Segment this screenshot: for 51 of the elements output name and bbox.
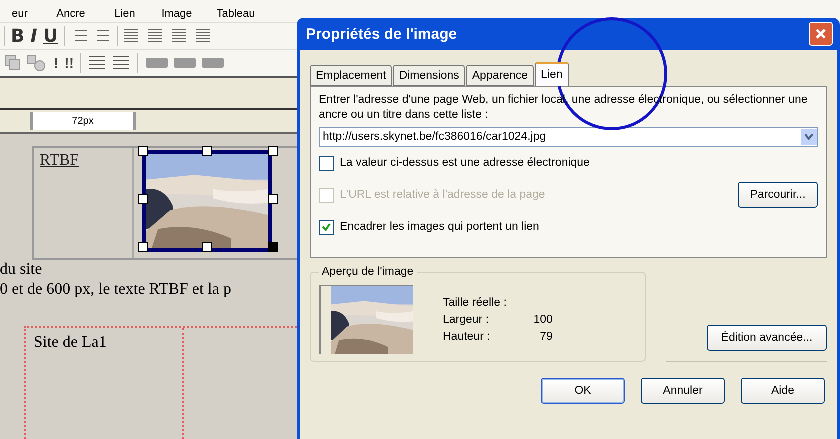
checkbox[interactable] (319, 156, 334, 170)
resize-handle[interactable] (268, 242, 278, 252)
checkbox-label: L'URL est relative à l'adresse de la page (340, 189, 546, 201)
format-button[interactable]: I (30, 26, 38, 46)
resize-handle[interactable] (268, 194, 278, 204)
format-button[interactable]: B (11, 26, 25, 46)
indent-icon[interactable] (87, 56, 131, 70)
body-text: 0 et de 600 px, le texte RTBF et la p (0, 280, 232, 300)
toolbar-button[interactable]: Tableau (206, 8, 266, 20)
tab[interactable]: Lien (535, 62, 569, 86)
resize-handle[interactable] (202, 242, 212, 252)
dialog-button[interactable]: Annuler (641, 378, 725, 404)
link[interactable]: RTBF (40, 152, 80, 169)
size-label: Taille réelle : (443, 296, 507, 308)
resize-handle[interactable] (202, 146, 212, 156)
checkbox-label: La valeur ci-dessus est une adresse électronique (340, 157, 590, 169)
resize-handle[interactable] (138, 242, 148, 252)
close-button[interactable] (809, 22, 833, 46)
dialog-button[interactable]: OK (541, 378, 625, 404)
chevron-down-icon[interactable] (805, 134, 813, 140)
toolbar-button[interactable]: eur (0, 8, 40, 20)
advanced-edit-button[interactable]: Édition avancée... (707, 325, 827, 351)
check-icon (322, 222, 331, 232)
checkbox[interactable] (319, 220, 334, 234)
resize-handle[interactable] (138, 146, 148, 156)
browse-button[interactable]: Parcourir... (738, 182, 818, 208)
dimension-value: 100 (532, 314, 553, 326)
dimension-label: Largeur : (443, 314, 490, 326)
layers-icon[interactable] (4, 54, 48, 72)
dialog-button[interactable]: Aide (741, 378, 825, 404)
resize-handle[interactable] (268, 146, 278, 156)
table-cell: Site de La1 (26, 328, 184, 439)
toolbar-button[interactable]: ! (54, 55, 59, 71)
dimension-value: 79 (539, 330, 553, 342)
toolbar-button[interactable]: Lien (102, 8, 148, 20)
group-label: Aperçu de l'image (321, 266, 415, 278)
close-icon (815, 28, 827, 40)
width-field[interactable]: 72px (30, 112, 136, 130)
toolbar-button[interactable]: !! (64, 55, 74, 71)
window-title: Propriétés de l'image (306, 26, 458, 42)
checkbox-label: Encadrer les images qui portent un lien (340, 221, 540, 233)
dimension-label: Hauteur : (443, 330, 492, 342)
toolbar-button[interactable]: Image (148, 8, 206, 20)
body-text: du site (0, 260, 44, 280)
tab[interactable]: Apparence (466, 65, 534, 86)
url-field[interactable]: http://users.skynet.be/fc386016/car1024.jpg (319, 127, 818, 147)
tab[interactable]: Dimensions (393, 65, 466, 86)
toolbar-button[interactable]: Ancre (40, 8, 102, 20)
resize-handle[interactable] (138, 194, 148, 204)
tab[interactable]: Emplacement (310, 65, 392, 86)
format-button[interactable]: U (43, 26, 58, 46)
